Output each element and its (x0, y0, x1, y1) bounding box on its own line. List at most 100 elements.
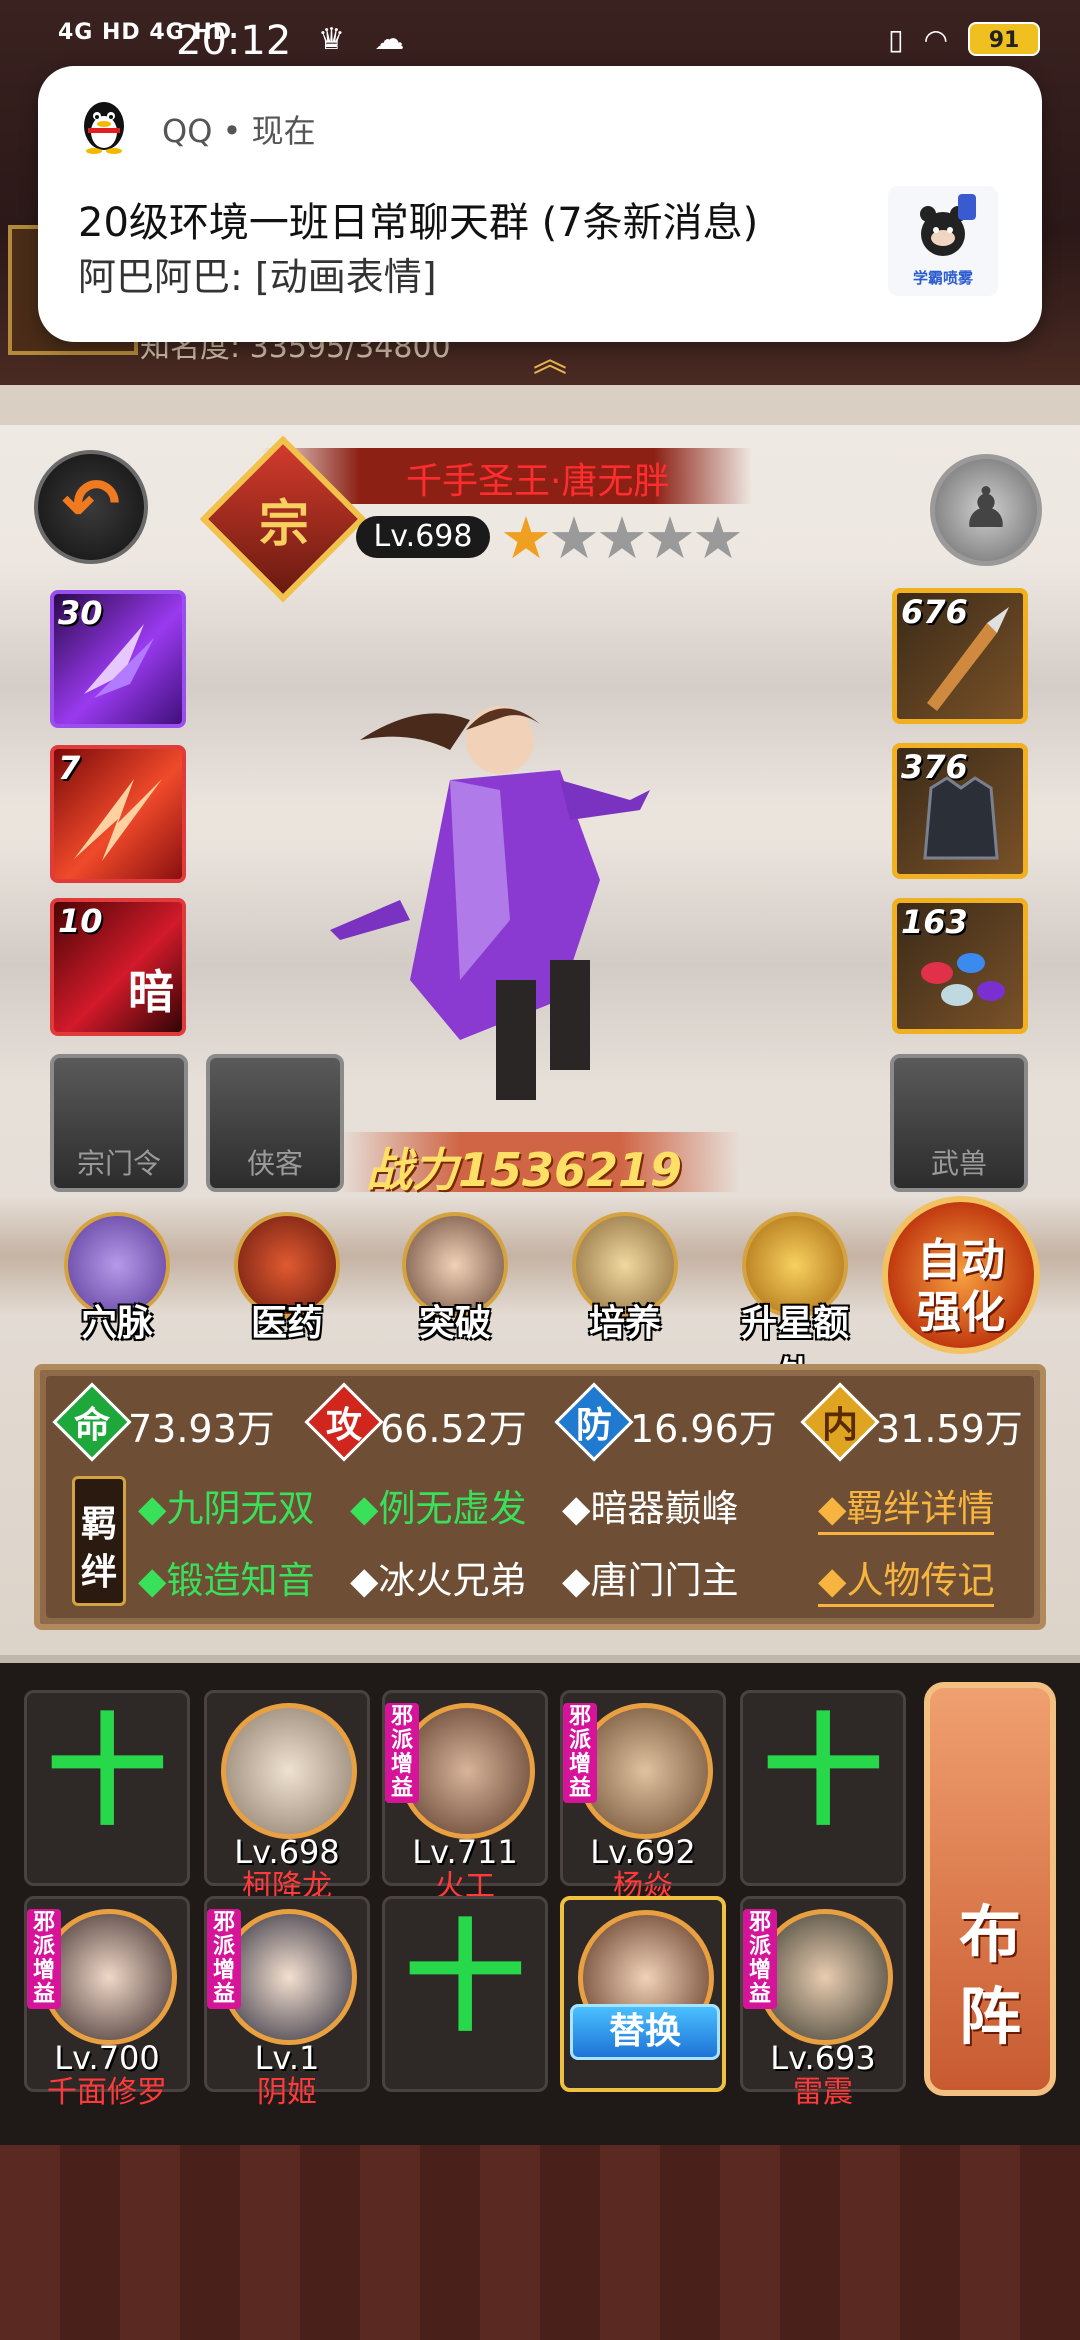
expand-up-icon[interactable]: ︽ (520, 343, 580, 377)
stat-value: 16.96万 (630, 1407, 777, 1451)
skill-slot-1[interactable]: 30 (50, 590, 186, 728)
evil-sect-buff-badge: 邪派增益 (27, 1909, 61, 2009)
dart-skill-icon (84, 624, 154, 698)
bond-item: ◆例无虚发 (350, 1487, 527, 1530)
sticker-label: 学霸喷雾 (912, 269, 973, 287)
func-breakthrough-button[interactable]: 突破 (390, 1212, 520, 1344)
skill-glyph: 暗 (128, 965, 174, 1019)
bond-item: ◆暗器巅峰 (562, 1487, 739, 1530)
vibrate-icon: ▯ (888, 22, 904, 56)
team-hero-name: 雷震 (793, 2075, 853, 2110)
wifi-icon: ◠ (923, 22, 948, 56)
stats-inner: 命 73.93万 攻 66.52万 防 16.96万 内 31.59万 羁 绊 (46, 1376, 1034, 1618)
equip-slot-armor[interactable]: 376 (892, 743, 1028, 879)
notification-message: 阿巴阿巴: [动画表情] (78, 255, 437, 299)
team-slot-current[interactable]: 替换 (560, 1896, 726, 2092)
status-app-icons: ♛ ☁ (318, 22, 415, 57)
star-rating: ★★★★★ (500, 504, 744, 572)
hero-portrait-avatar (41, 1909, 177, 2045)
func-label: 医药 (250, 1303, 323, 1344)
bond-tag: 羁 绊 (72, 1476, 126, 1606)
skill-slot-2[interactable]: 7 (50, 745, 186, 883)
bond-detail-link[interactable]: ◆羁绊详情 (818, 1478, 995, 1535)
func-meridian-button[interactable]: 穴脉 (52, 1212, 182, 1344)
team-slot[interactable]: 邪派增益 Lv.1 阴姬 (204, 1896, 370, 2110)
swap-button[interactable]: 替换 (570, 2004, 720, 2060)
armor-icon (923, 776, 999, 860)
star-filled-icon: ★ (500, 504, 552, 572)
team-slot[interactable]: 邪派增益 Lv.711 火工 (382, 1690, 548, 1904)
notification-title: 20级环境一班日常聊天群 (7条新消息) (78, 200, 759, 246)
evil-sect-buff-badge: 邪派增益 (385, 1703, 419, 1803)
statue-button[interactable]: ♟ (930, 454, 1042, 566)
hero-name: 千手圣王·唐无胖 (406, 461, 670, 502)
beast-slot[interactable]: 武兽 (890, 1054, 1028, 1192)
team-divider (0, 1655, 1080, 1663)
stat-char: 命 (73, 1405, 110, 1446)
status-time: 20:12 (176, 18, 292, 64)
bond-tag-char: 绊 (80, 1552, 117, 1593)
lineup-char: 阵 (958, 1980, 1021, 2053)
dagger-icon (927, 607, 1009, 711)
stat-value: 66.52万 (380, 1407, 527, 1451)
add-hero-icon: 十 (763, 1703, 883, 1842)
stat-value: 31.59万 (876, 1407, 1023, 1451)
rank-text: 宗 (259, 495, 309, 553)
star-empty-icon: ★ (644, 504, 696, 572)
lineup-button[interactable]: 布 阵 (924, 1682, 1056, 2096)
team-slot[interactable]: 邪派增益 Lv.700 千面修罗 (24, 1896, 190, 2110)
bear-sticker-icon (920, 194, 976, 256)
game-screen: 知名度: 33595/34800 ︽ 4G HD 4G HD 20:12 ♛ ☁… (0, 0, 1080, 2340)
team-slot[interactable]: 邪派增益 Lv.692 杨焱 (560, 1690, 726, 1904)
star-empty-icon: ★ (692, 504, 744, 572)
auto-enhance-button[interactable]: 自动 强化 (882, 1196, 1040, 1354)
team-slot-empty[interactable]: 十 (24, 1690, 190, 1886)
stat-char: 防 (575, 1405, 612, 1446)
status-right: ▯ ◠ 91 (888, 22, 1040, 56)
gems-icon (921, 953, 1005, 1006)
hero-portrait-avatar (221, 1909, 357, 2045)
func-star-extra-button[interactable]: 升星额外 (730, 1212, 860, 1396)
func-label: 穴脉 (80, 1303, 153, 1344)
equip-slot-weapon[interactable]: 676 (892, 588, 1028, 724)
hero-figure (330, 706, 650, 1100)
bond-item: ◆锻造知音 (138, 1559, 315, 1602)
sticker-thumbnail: 学霸喷雾 (888, 186, 998, 296)
battery-icon: 91 (968, 22, 1040, 56)
qq-notification[interactable]: QQ • 现在 20级环境一班日常聊天群 (7条新消息) 阿巴阿巴: [动画表情… (38, 66, 1042, 342)
team-slot[interactable]: 邪派增益 Lv.693 雷震 (740, 1896, 906, 2110)
bottom-decoration (0, 2145, 1080, 2340)
slot-label: 武兽 (930, 1147, 987, 1180)
biography-link[interactable]: ◆人物传记 (818, 1550, 995, 1607)
team-slot-empty[interactable]: 十 (382, 1896, 548, 2092)
qq-penguin-icon (84, 102, 124, 154)
slash-skill-icon (74, 779, 162, 861)
equip-slot-gems[interactable]: 163 (892, 898, 1028, 1034)
skill-slot-3[interactable]: 10 暗 (50, 898, 186, 1036)
team-hero-name: 阴姬 (257, 2075, 317, 2110)
stat-char: 攻 (325, 1405, 362, 1446)
evil-sect-buff-badge: 邪派增益 (743, 1909, 777, 2009)
hero-level: Lv.698 (356, 516, 490, 558)
hero-portrait-avatar (221, 1703, 357, 1839)
star-empty-icon: ★ (596, 504, 648, 572)
team-slot-empty[interactable]: 十 (740, 1690, 906, 1886)
bond-item: ◆冰火兄弟 (350, 1559, 527, 1602)
slot-label: 侠客 (246, 1147, 303, 1180)
add-hero-icon: 十 (405, 1909, 525, 2048)
evil-sect-buff-badge: 邪派增益 (207, 1909, 241, 2009)
notification-app: QQ • 现在 (162, 112, 316, 150)
func-label: 突破 (418, 1303, 491, 1344)
hero-portrait-avatar (757, 1909, 893, 2045)
team-hero-name: 千面修罗 (47, 2075, 167, 2110)
sect-token-slot[interactable]: 宗门令 (50, 1054, 188, 1192)
func-medicine-button[interactable]: 医药 (222, 1212, 352, 1344)
bond-tag-char: 羁 (80, 1504, 117, 1545)
add-hero-icon: 十 (47, 1703, 167, 1842)
auto-enhance-line2: 强化 (917, 1287, 1005, 1338)
func-cultivate-button[interactable]: 培养 (560, 1212, 690, 1344)
team-slot[interactable]: Lv.698 柯降龙 (204, 1690, 370, 1904)
back-button[interactable]: ↶ (34, 450, 148, 564)
skill-level: 10 (58, 902, 103, 940)
lineup-char: 布 (958, 1898, 1021, 1971)
